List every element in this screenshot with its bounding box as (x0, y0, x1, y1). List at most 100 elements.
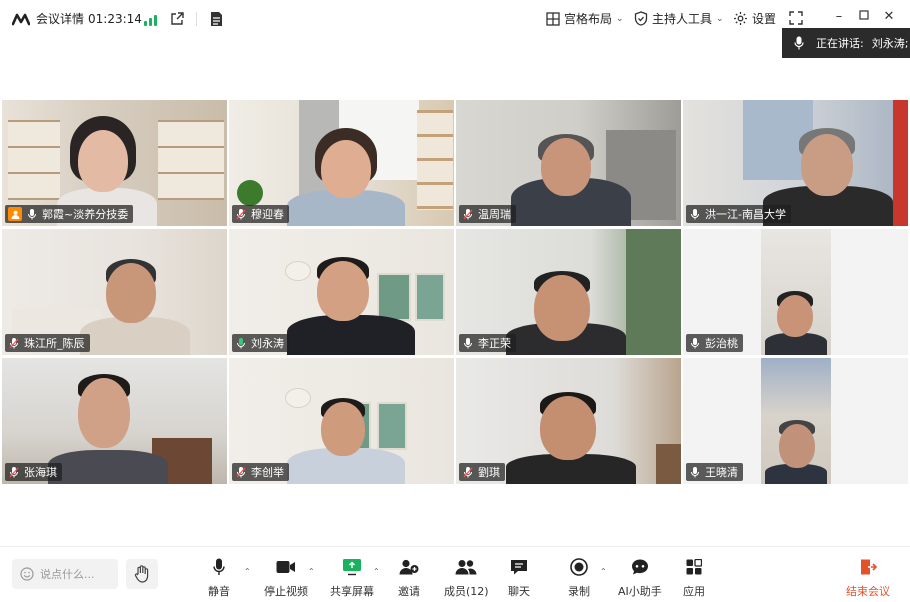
video-tile[interactable]: 彭治桃 (683, 229, 908, 355)
participant-face (317, 261, 369, 321)
ai-assistant-label: AI小助手 (618, 585, 662, 598)
participant-face (78, 130, 128, 192)
lamp (285, 388, 311, 408)
participant-body (287, 315, 415, 355)
participant-face (541, 138, 591, 196)
microphone-muted-icon (8, 466, 20, 478)
microphone-icon (213, 558, 225, 575)
speaking-label: 正在讲话: (816, 37, 864, 50)
video-tile[interactable]: 珠江所_陈辰 (2, 229, 227, 355)
settings-button[interactable]: 设置 (733, 10, 776, 27)
microphone-icon (462, 337, 474, 349)
painting (377, 273, 411, 321)
participant-face (534, 275, 590, 341)
top-bar: 会议详情 01:23:14 宫格布局 ⌄ 主持人工具 ⌄ 设置 – ✕ (0, 0, 910, 38)
apps-button[interactable]: 应用 (683, 557, 705, 599)
close-button[interactable]: ✕ (880, 9, 898, 24)
record-button[interactable]: 录制 (568, 557, 590, 599)
participant-name-tag: 刘永涛 (232, 334, 289, 352)
video-tile[interactable]: 穆迎春 (229, 100, 454, 226)
stop-video-button[interactable]: 停止视频 (264, 557, 308, 599)
minimize-button[interactable]: – (830, 9, 848, 24)
bookshelf (8, 120, 60, 200)
host-badge-icon (8, 207, 22, 221)
chat-icon (511, 560, 527, 575)
maximize-button[interactable] (855, 9, 873, 24)
microphone-icon (689, 337, 701, 349)
chevron-up-icon[interactable]: ⌃ (244, 567, 251, 576)
speaking-indicator: 正在讲话: 刘永涛; (782, 28, 910, 58)
video-tile[interactable]: 温周瑞 (456, 100, 681, 226)
participant-name: 王晓清 (705, 466, 738, 479)
bookshelf (417, 110, 453, 210)
video-tile[interactable]: 张海琪 (2, 358, 227, 484)
apps-grid-icon (686, 559, 702, 575)
shield-icon (634, 11, 648, 26)
chat-label: 聊天 (508, 585, 530, 598)
share-screen-button[interactable]: 共享屏幕 (330, 557, 374, 599)
layout-menu[interactable]: 宫格布局 ⌄ (546, 10, 624, 27)
video-grid: 郭霞~淡养分技委 穆迎春 温周瑞 洪一江-南昌大学 珠江所_陈辰 刘永涛 李正荣… (2, 100, 908, 484)
network-signal-icon[interactable] (144, 12, 158, 26)
participant-name: 李正荣 (478, 337, 511, 350)
microphone-icon (26, 208, 38, 220)
members-button[interactable]: 成员(12) (444, 557, 489, 599)
invite-label: 邀请 (398, 585, 420, 598)
participant-name: 穆迎春 (251, 208, 284, 221)
participant-name-tag: 李正荣 (459, 334, 516, 352)
microphone-icon (689, 208, 701, 220)
ai-assistant-button[interactable]: AI小助手 (618, 557, 662, 599)
participant-name-tag: 王晓清 (686, 463, 743, 481)
chevron-up-icon[interactable]: ⌃ (373, 567, 380, 576)
video-tile[interactable]: 劉琪 (456, 358, 681, 484)
microphone-icon (689, 466, 701, 478)
video-tile[interactable]: 郭霞~淡养分技委 (2, 100, 227, 226)
video-tile[interactable]: 王晓清 (683, 358, 908, 484)
participant-name: 郭霞~淡养分技委 (42, 208, 129, 221)
video-tile[interactable]: 李正荣 (456, 229, 681, 355)
chat-button[interactable]: 聊天 (508, 557, 530, 599)
participant-name: 温周瑞 (478, 208, 511, 221)
participant-face (777, 295, 813, 337)
fullscreen-icon[interactable] (789, 11, 803, 25)
participant-name-tag: 劉琪 (459, 463, 505, 481)
participant-name-tag: 珠江所_陈辰 (5, 334, 90, 352)
participant-face (801, 134, 853, 196)
participant-name-tag: 彭治桃 (686, 334, 743, 352)
popout-icon[interactable] (170, 12, 184, 26)
grid-layout-icon (546, 11, 560, 26)
share-screen-label: 共享屏幕 (330, 585, 374, 598)
emoji-icon (20, 567, 34, 581)
hand-icon (134, 565, 149, 583)
lamp (285, 261, 311, 281)
microphone-muted-icon (8, 337, 20, 349)
quick-chat-input[interactable]: 说点什么... (12, 559, 118, 589)
mute-button[interactable]: 静音 (208, 557, 230, 599)
add-user-icon (399, 559, 419, 575)
brand: 会议详情 (12, 10, 84, 27)
video-tile-active-speaker[interactable]: 刘永涛 (229, 229, 454, 355)
microphone-muted-icon (235, 208, 247, 220)
participant-name: 劉琪 (478, 466, 500, 479)
video-tile[interactable]: 洪一江-南昌大学 (683, 100, 908, 226)
settings-label: 设置 (752, 12, 777, 26)
bottom-toolbar: 说点什么... 静音 ⌃ 停止视频 ⌃ 共享屏幕 ⌃ 邀请 成员(12) 聊天 … (0, 546, 910, 602)
apps-label: 应用 (683, 585, 705, 598)
participant-name: 刘永涛 (251, 337, 284, 350)
end-meeting-button[interactable]: 结束会议 (846, 557, 890, 599)
microphone-speaking-icon (235, 337, 247, 349)
document-icon[interactable] (209, 11, 223, 27)
participant-name: 洪一江-南昌大学 (705, 208, 786, 221)
raise-hand-button[interactable] (126, 559, 158, 589)
host-tools-menu[interactable]: 主持人工具 ⌄ (634, 10, 724, 27)
invite-button[interactable]: 邀请 (398, 557, 420, 599)
participant-face (779, 424, 815, 468)
participant-face (106, 263, 156, 323)
video-tile[interactable]: 李创举 (229, 358, 454, 484)
chevron-up-icon[interactable]: ⌃ (600, 567, 607, 576)
participant-name: 张海琪 (24, 466, 57, 479)
chevron-down-icon: ⌄ (716, 13, 724, 24)
participant-name-tag: 穆迎春 (232, 205, 289, 223)
chevron-up-icon[interactable]: ⌃ (308, 567, 315, 576)
record-icon (570, 558, 588, 576)
